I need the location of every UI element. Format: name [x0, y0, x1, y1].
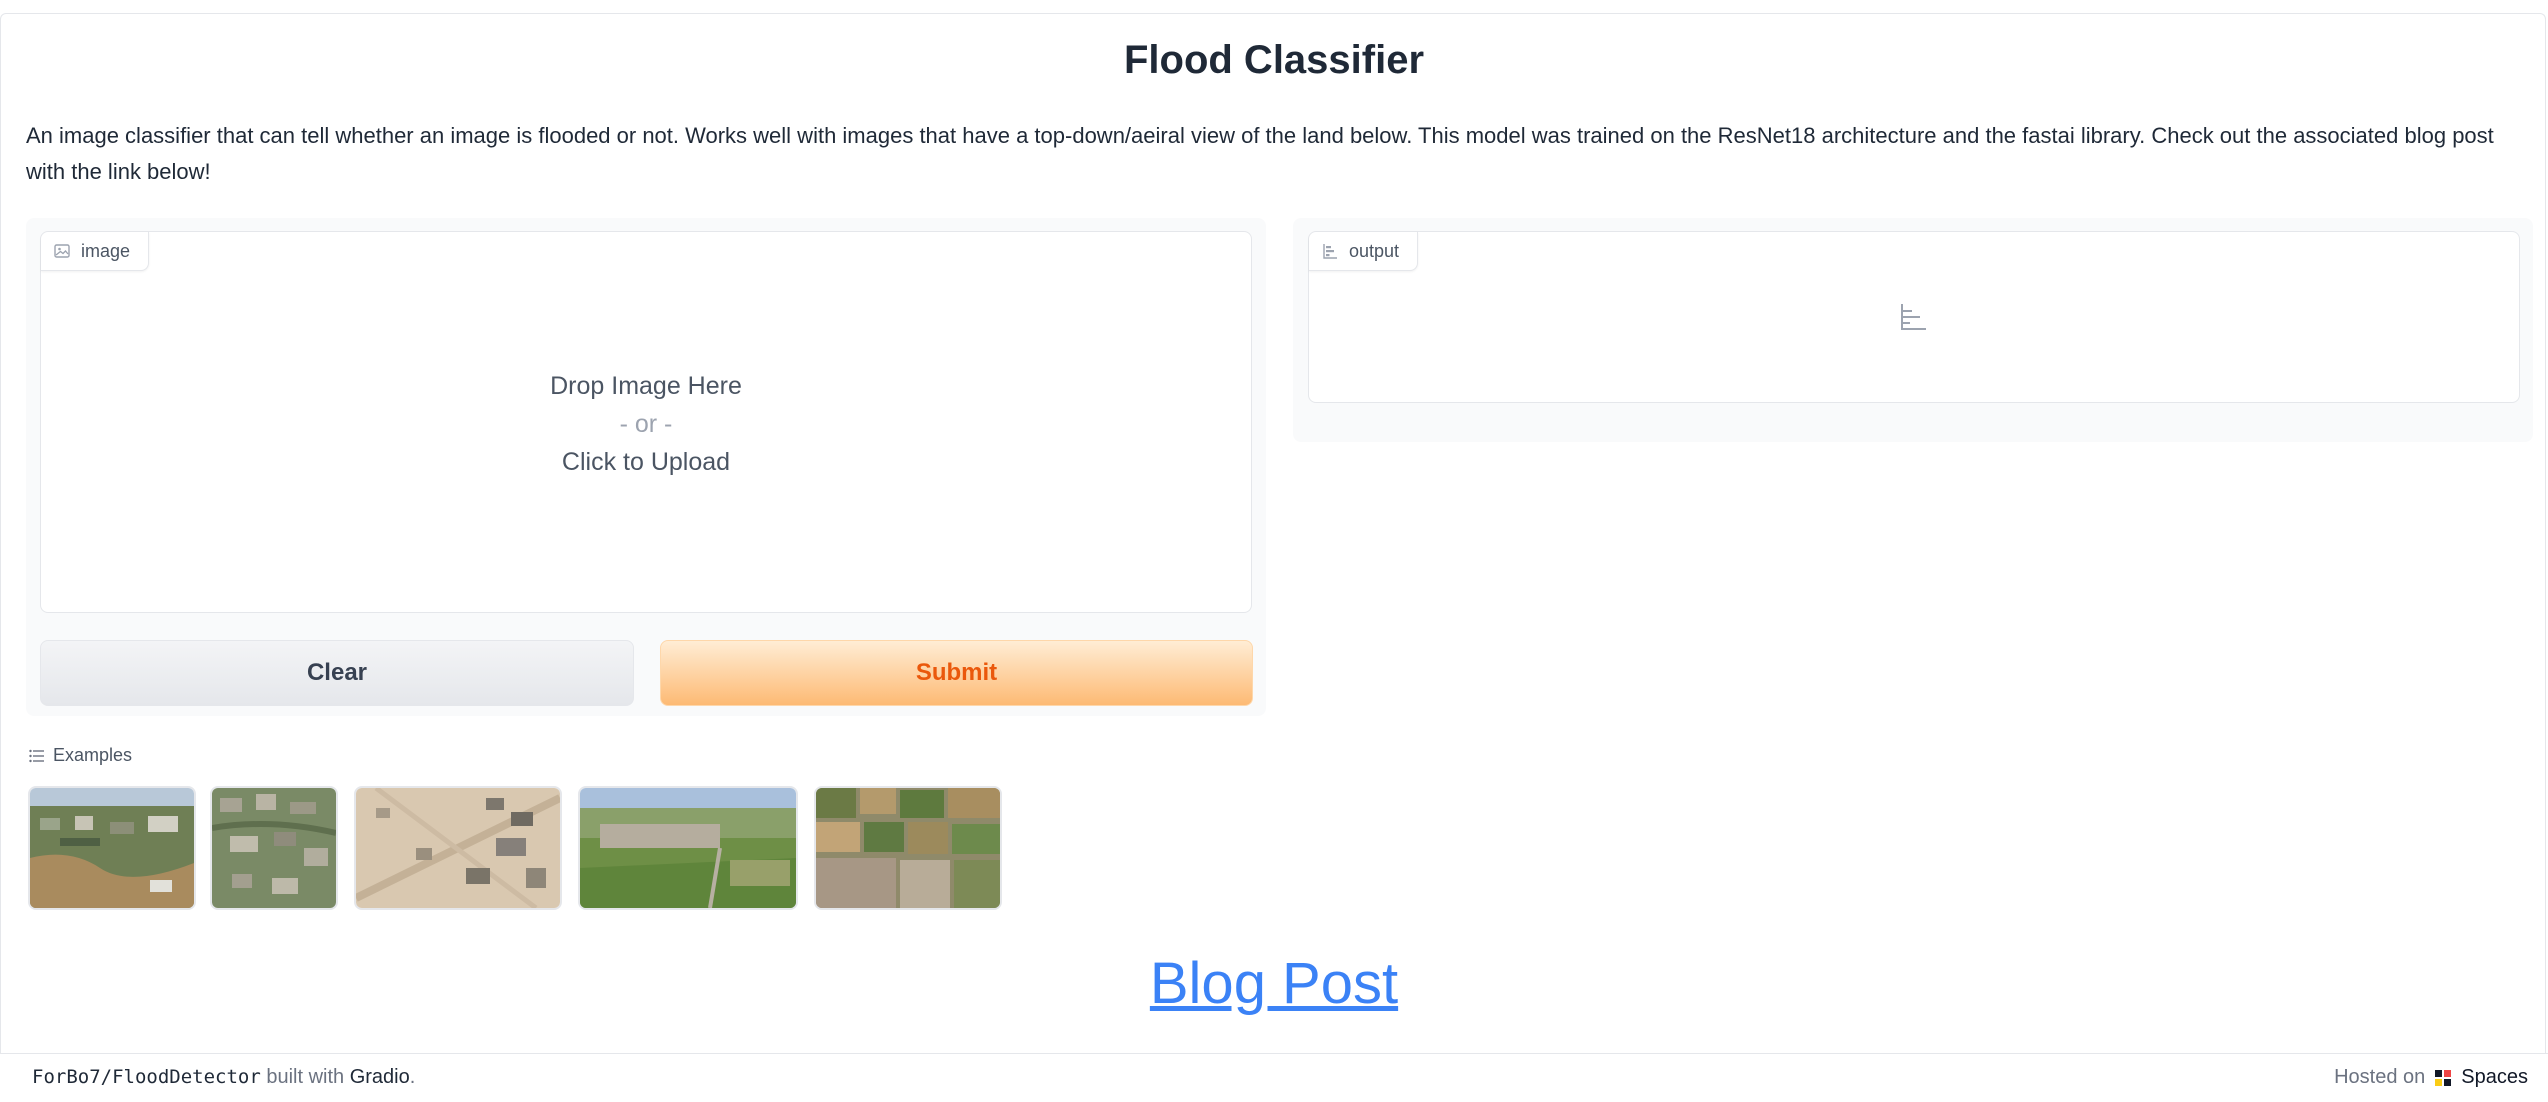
dropzone-text: Drop Image Here - or - Click to Upload	[41, 367, 1251, 481]
blog-post-link[interactable]: Blog Post	[1150, 951, 1398, 1016]
spaces-logo-icon	[2435, 1069, 2452, 1086]
footer-period: .	[409, 1066, 416, 1088]
examples-header: Examples	[29, 745, 132, 766]
image-upload-dropzone[interactable]: image Drop Image Here - or - Click to Up…	[40, 231, 1252, 613]
output-label: output	[1349, 240, 1400, 261]
list-icon	[29, 749, 44, 762]
examples-label: Examples	[53, 745, 133, 765]
example-thumbnail-1[interactable]	[28, 786, 196, 910]
image-icon	[54, 244, 70, 258]
example-thumbnail-2[interactable]	[210, 786, 338, 910]
drop-image-text: Drop Image Here	[550, 372, 742, 400]
or-text: - or -	[619, 410, 673, 438]
click-to-upload-text: Click to Upload	[561, 448, 731, 476]
example-thumbnail-5[interactable]	[814, 786, 1002, 910]
bar-chart-icon	[1323, 244, 1337, 259]
image-label: image	[81, 240, 131, 261]
blog-post-link-container: Blog Post	[0, 950, 2548, 1017]
spaces-link[interactable]: Spaces	[2461, 1066, 2528, 1089]
output-label-chip: output	[1309, 232, 1419, 271]
footer-divider	[0, 1053, 2548, 1054]
submit-button[interactable]: Submit	[660, 640, 1253, 706]
gradio-link[interactable]: Gradio	[350, 1066, 410, 1088]
footer-right: Hosted on Spaces	[2334, 1066, 2528, 1089]
page-description: An image classifier that can tell whethe…	[26, 123, 2494, 184]
built-with-text: built with	[266, 1066, 345, 1088]
output-label-box: output	[1308, 231, 2520, 403]
clear-button[interactable]: Clear	[40, 640, 634, 706]
page-title: Flood Classifier	[1123, 38, 1425, 82]
hosted-on-text: Hosted on	[2334, 1066, 2426, 1088]
footer-left: ForBo7/FloodDetector built with Gradio.	[32, 1066, 415, 1089]
repo-name[interactable]: ForBo7/FloodDetector	[32, 1066, 261, 1088]
empty-chart-icon	[1901, 304, 1926, 330]
example-thumbnail-3[interactable]	[354, 786, 562, 910]
image-label-chip: image	[41, 232, 150, 271]
example-thumbnail-4[interactable]	[578, 786, 798, 910]
